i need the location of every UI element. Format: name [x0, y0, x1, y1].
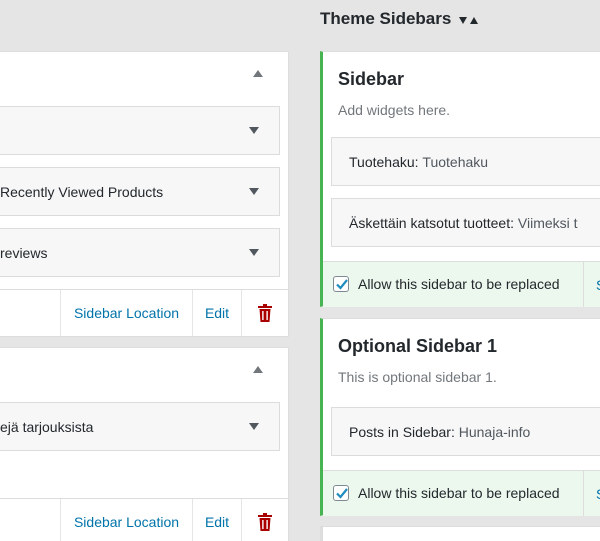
replace-label[interactable]: Allow this sidebar to be replaced: [358, 276, 560, 292]
caret-up-icon[interactable]: [253, 366, 263, 373]
caret-down-icon[interactable]: [249, 188, 259, 195]
sidebar-title[interactable]: Optional Sidebar 1: [338, 336, 497, 357]
widget-label: reviews: [0, 244, 48, 261]
sidebar-description: Add widgets here.: [338, 102, 451, 118]
trash-icon[interactable]: [257, 304, 273, 322]
edit-link[interactable]: Edit: [193, 290, 242, 336]
replace-checkbox[interactable]: [333, 276, 349, 292]
widget-item[interactable]: Recently Viewed Products: [0, 167, 280, 216]
widget-item[interactable]: ejä tarjouksista: [0, 402, 280, 451]
sidebar-footer: Sidebar Location Edit: [0, 498, 288, 541]
sidebar-location-link[interactable]: Sidebar Location: [60, 499, 193, 541]
checkmark-icon: [336, 488, 348, 499]
custom-sidebars-column: Recently Viewed Products reviews Sidebar…: [0, 0, 290, 541]
caret-down-icon[interactable]: [249, 249, 259, 256]
sidebar-action-link[interactable]: S: [583, 471, 600, 516]
custom-sidebar-panel: ejä tarjouksista Sidebar Location Edit: [0, 347, 289, 541]
caret-up-icon[interactable]: [253, 70, 263, 77]
widget-item[interactable]: Äskettäin katsotut tuotteet: Viimeksi t: [331, 198, 600, 247]
widget-item[interactable]: Tuotehaku: Tuotehaku: [331, 137, 600, 186]
theme-sidebar-panel: Sidebar Add widgets here. Tuotehaku: Tuo…: [320, 51, 600, 307]
section-title: Theme Sidebars: [320, 9, 452, 28]
replace-label[interactable]: Allow this sidebar to be replaced: [358, 485, 560, 501]
widget-label: ejä tarjouksista: [0, 418, 94, 435]
replace-checkbox[interactable]: [333, 485, 349, 501]
widget-item[interactable]: [0, 106, 280, 155]
custom-sidebar-panel: Recently Viewed Products reviews Sidebar…: [0, 51, 289, 337]
sort-icon[interactable]: [459, 13, 479, 31]
theme-sidebar-panel: [320, 526, 600, 541]
theme-sidebar-panel: Optional Sidebar 1 This is optional side…: [320, 318, 600, 516]
caret-down-icon[interactable]: [249, 423, 259, 430]
widget-instance-title: Tuotehaku: [422, 153, 489, 170]
widget-item[interactable]: Posts in Sidebar: Hunaja-info: [331, 407, 600, 456]
sidebar-description: This is optional sidebar 1.: [338, 369, 497, 385]
widget-title: Tuotehaku:: [349, 153, 419, 170]
replace-sidebar-bar: Allow this sidebar to be replaced S: [323, 261, 600, 307]
widget-instance-title: Viimeksi t: [517, 214, 578, 231]
caret-down-icon[interactable]: [249, 127, 259, 134]
widget-label: Recently Viewed Products: [0, 183, 164, 200]
widget-title: Posts in Sidebar:: [349, 423, 455, 440]
replace-sidebar-bar: Allow this sidebar to be replaced S: [323, 470, 600, 516]
sidebar-title[interactable]: Sidebar: [338, 69, 404, 90]
widget-instance-title: Hunaja-info: [458, 423, 531, 440]
widget-item[interactable]: reviews: [0, 228, 280, 277]
sidebar-action-link[interactable]: S: [583, 262, 600, 307]
edit-link[interactable]: Edit: [193, 499, 242, 541]
widget-title: Äskettäin katsotut tuotteet:: [349, 214, 514, 231]
checkmark-icon: [336, 279, 348, 290]
trash-icon[interactable]: [257, 513, 273, 531]
sidebar-footer: Sidebar Location Edit: [0, 289, 288, 336]
sidebar-location-link[interactable]: Sidebar Location: [60, 290, 193, 336]
